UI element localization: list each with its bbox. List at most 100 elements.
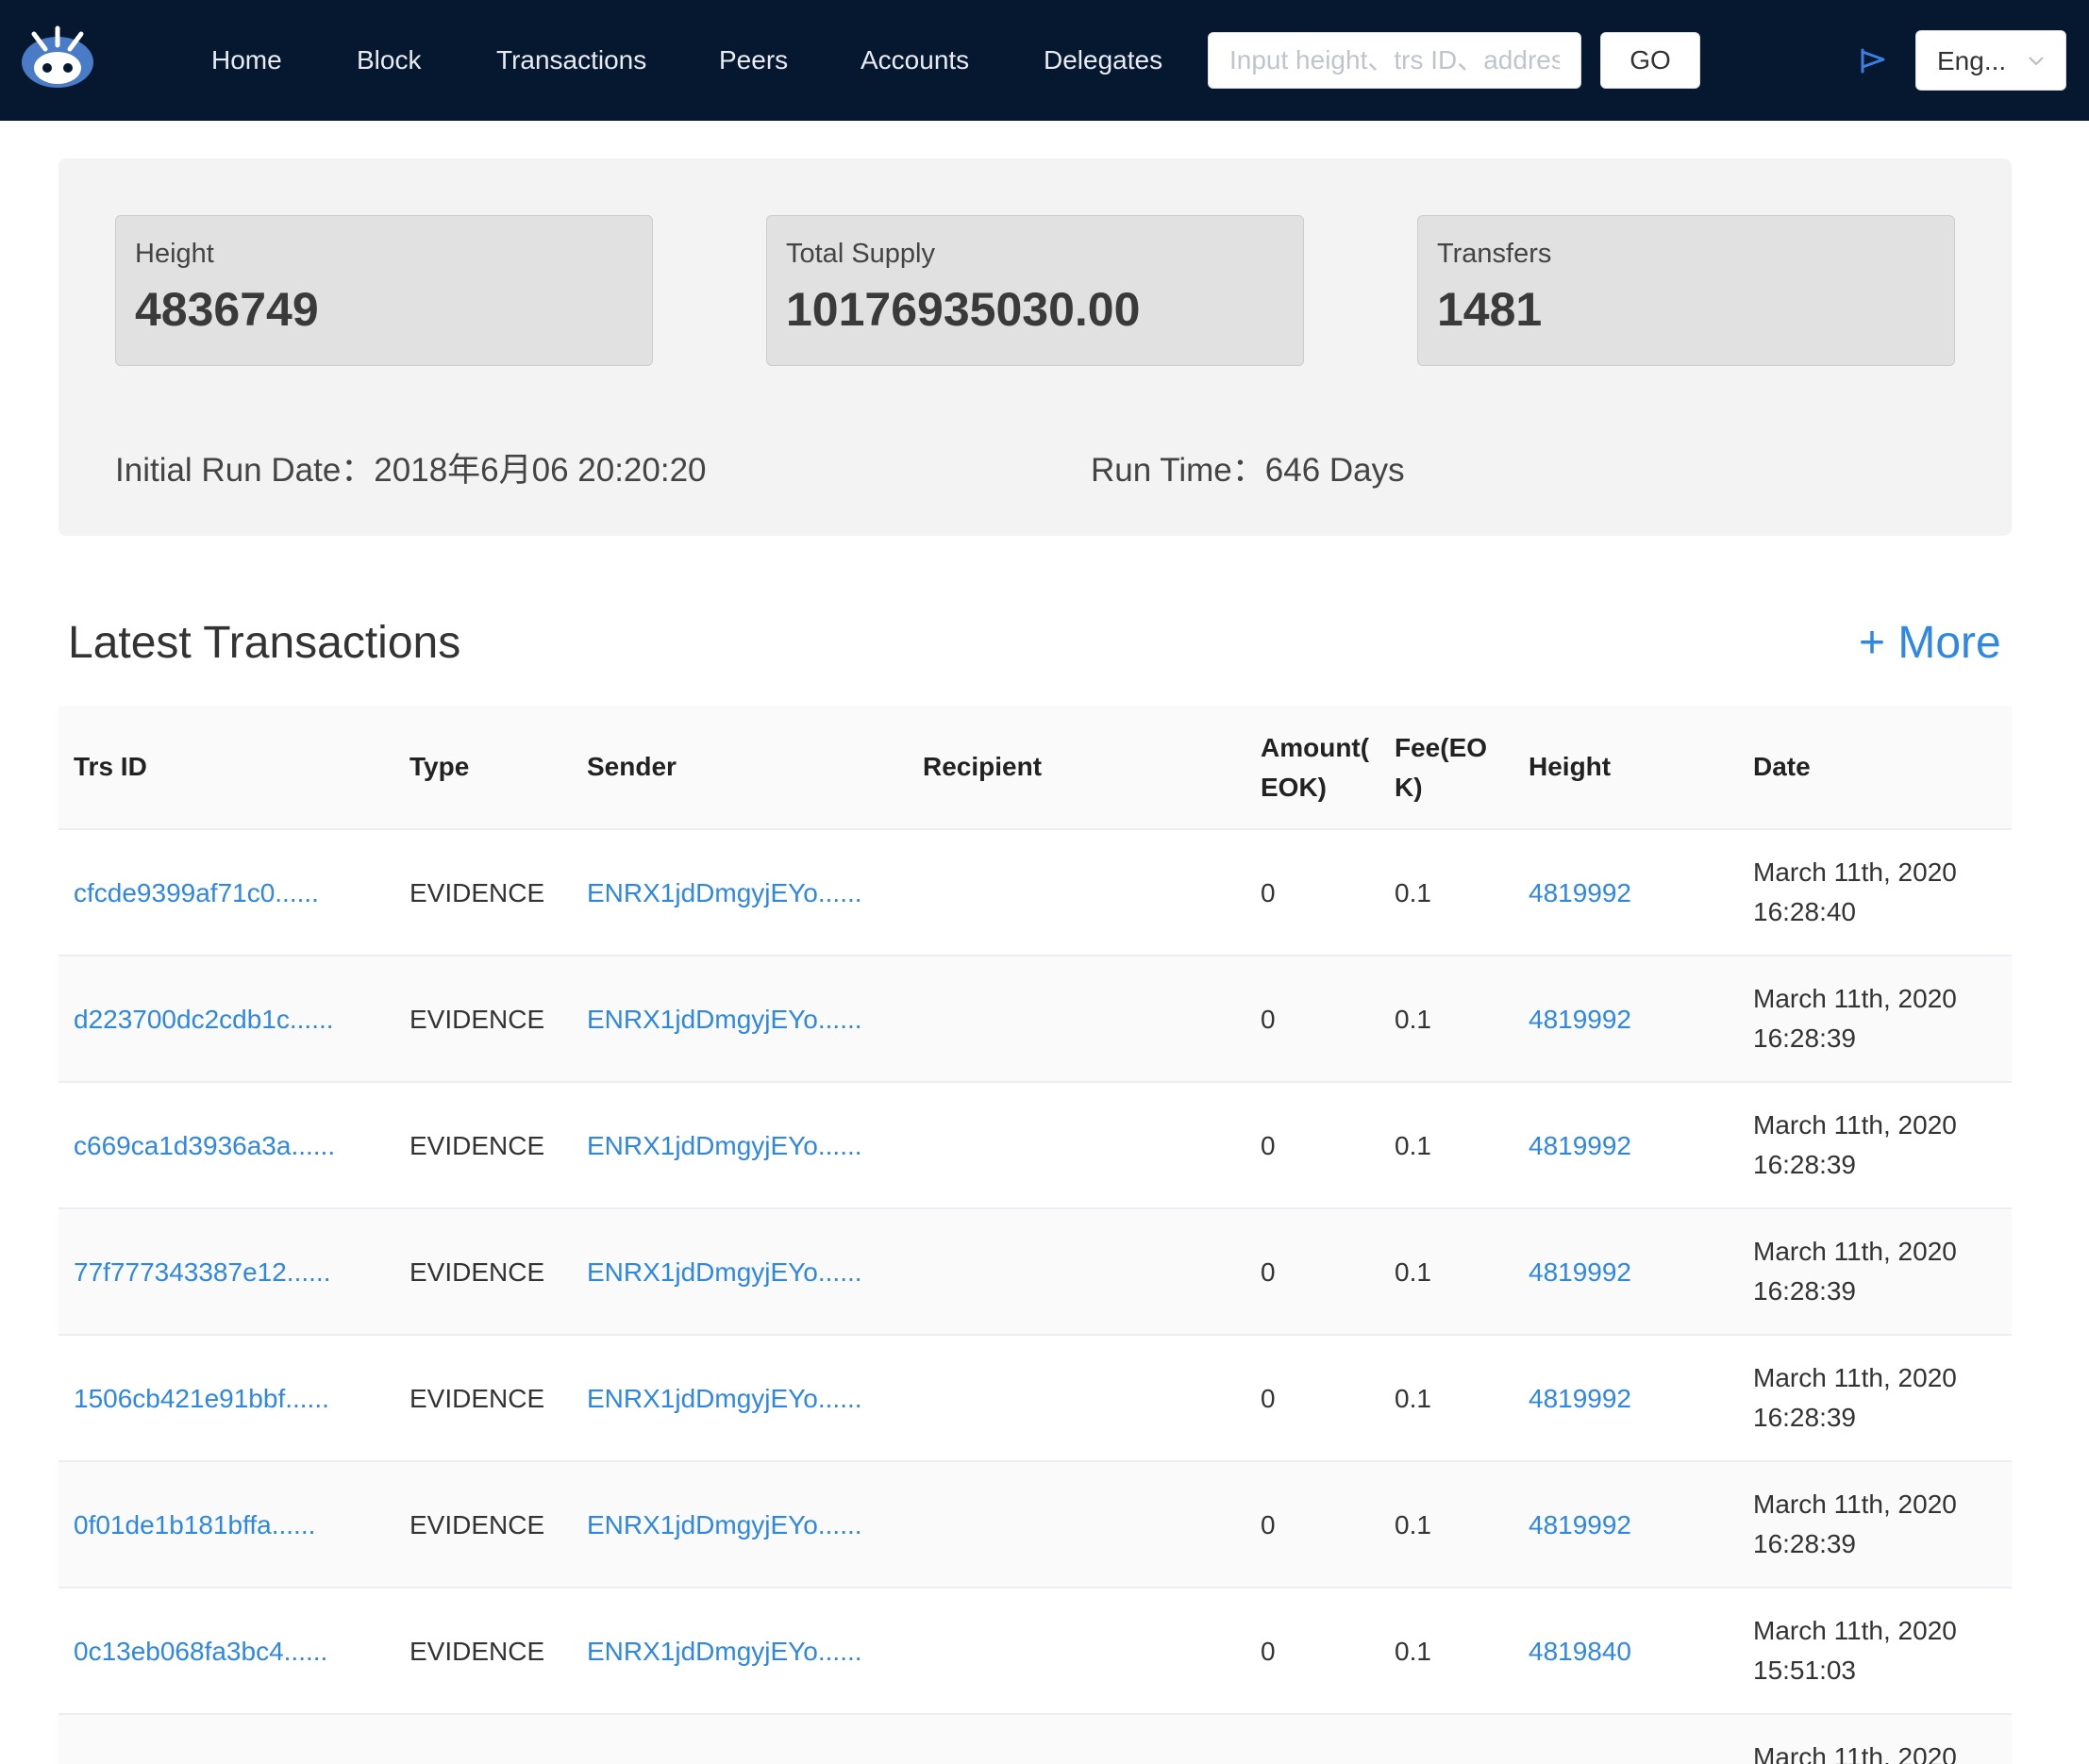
date-time: 16:28:40	[1753, 897, 1856, 926]
date-cell: March 11th, 2020 16:28:39	[1753, 1485, 1998, 1564]
sender-link[interactable]: ENRX1jdDmgyjEYo......	[587, 1000, 862, 1040]
table-row: 1506cb421e91bbf...... EVIDENCE ENRX1jdDm…	[58, 1336, 2012, 1462]
fee-cell: 0.1	[1395, 1637, 1431, 1666]
date-cell: March 11th, 2020 16:28:39	[1753, 1232, 1998, 1311]
go-button[interactable]: GO	[1600, 32, 1700, 89]
nav-item-accounts[interactable]: Accounts	[861, 43, 969, 77]
table-header: Trs ID Type Sender Recipient Amount( EOK…	[58, 706, 2012, 830]
date-time: 16:28:39	[1753, 1150, 1856, 1179]
fee-cell: 0.1	[1395, 1005, 1431, 1034]
height-link[interactable]: 4819992	[1529, 874, 1631, 913]
run-time: Run Time：646 Days	[1091, 443, 1405, 491]
header-fee: Fee(EO K)	[1395, 728, 1487, 807]
height-card: Height 4836749	[115, 215, 653, 366]
header-trs-id: Trs ID	[74, 752, 147, 781]
nav-item-delegates[interactable]: Delegates	[1044, 43, 1162, 77]
sender-link[interactable]: ENRX1jdDmgyjEYo......	[587, 1506, 862, 1545]
header-fee-line1: Fee(EO	[1395, 733, 1488, 762]
trs-id-link[interactable]: cfcde9399af71c0......	[74, 874, 319, 913]
trs-id-link[interactable]: 77f777343387e12......	[74, 1253, 330, 1292]
search-box	[1208, 32, 1581, 89]
total-supply-card: Total Supply 10176935030.00	[766, 215, 1304, 366]
height-link[interactable]: 4819992	[1529, 1126, 1631, 1166]
language-select[interactable]: Eng...	[1915, 30, 2066, 91]
total-supply-label: Total Supply	[786, 239, 935, 269]
date-cell: March 11th, 2020 16:28:39	[1753, 979, 1998, 1058]
date-day: March 11th, 2020	[1753, 1110, 1957, 1140]
latest-transactions-title: Latest Transactions	[68, 618, 461, 668]
header-date: Date	[1753, 752, 1811, 781]
amount-cell: 0	[1261, 1131, 1276, 1160]
amount-cell: 0	[1261, 1637, 1276, 1666]
robot-logo-icon[interactable]	[19, 23, 96, 89]
table-row: 0f01de1b181bffa...... EVIDENCE ENRX1jdDm…	[58, 1462, 2012, 1589]
transfers-value: 1481	[1437, 283, 1543, 336]
trs-id-link[interactable]: c669ca1d3936a3a......	[74, 1126, 335, 1166]
type-cell: EVIDENCE	[409, 1637, 545, 1666]
trs-id-link[interactable]: d223700dc2cdb1c......	[74, 1000, 334, 1040]
date-cell: March 11th, 2020 16:28:39	[1753, 1106, 1998, 1185]
type-cell: EVIDENCE	[409, 1384, 545, 1413]
header-recipient: Recipient	[923, 752, 1043, 781]
date-cell: March 11th, 2020 16:28:40	[1753, 853, 1998, 932]
table-row: 77f777343387e12...... EVIDENCE ENRX1jdDm…	[58, 1209, 2012, 1336]
height-link[interactable]: 4819992	[1529, 1253, 1631, 1292]
transfers-label: Transfers	[1437, 239, 1552, 269]
sender-link[interactable]: ENRX1jdDmgyjEYo......	[587, 1632, 862, 1672]
type-cell: EVIDENCE	[409, 1005, 545, 1034]
initial-run-date-value: 2018年6月06 20:20:20	[374, 452, 707, 489]
date-day: March 11th, 2020	[1753, 984, 1957, 1013]
amount-cell: 0	[1261, 1510, 1276, 1539]
date-day: March 11th, 2020	[1753, 1489, 1957, 1519]
table-row: cfcde9399af71c0...... EVIDENCE ENRX1jdDm…	[58, 830, 2012, 957]
fee-cell: 0.1	[1395, 1384, 1431, 1413]
date-time: 16:28:39	[1753, 1529, 1856, 1558]
fee-cell: 0.1	[1395, 1257, 1431, 1287]
height-link[interactable]: 4819992	[1529, 1379, 1631, 1419]
trs-id-link[interactable]: 0c13eb068fa3bc4......	[74, 1632, 327, 1672]
nav-item-transactions[interactable]: Transactions	[496, 43, 646, 77]
date-time: 16:28:39	[1753, 1403, 1856, 1432]
trs-id-link[interactable]: 0f01de1b181bffa......	[74, 1506, 315, 1545]
header-amount-line2: EOK)	[1261, 773, 1327, 802]
table-row: March 11th, 2020	[58, 1715, 2012, 1764]
height-link[interactable]: 4819992	[1529, 1000, 1631, 1040]
date-time: 16:28:39	[1753, 1276, 1856, 1306]
sender-link[interactable]: ENRX1jdDmgyjEYo......	[587, 874, 862, 913]
date-day: March 11th, 2020	[1753, 857, 1957, 887]
table-row: d223700dc2cdb1c...... EVIDENCE ENRX1jdDm…	[58, 957, 2012, 1083]
trs-id-link[interactable]: 1506cb421e91bbf......	[74, 1379, 329, 1419]
sender-link[interactable]: ENRX1jdDmgyjEYo......	[587, 1126, 862, 1166]
nav-item-home[interactable]: Home	[211, 43, 282, 77]
transactions-table: Trs ID Type Sender Recipient Amount( EOK…	[58, 706, 2012, 1764]
more-link[interactable]: + More	[1859, 617, 2001, 669]
height-link[interactable]: 4819840	[1529, 1632, 1631, 1672]
total-supply-value: 10176935030.00	[786, 283, 1141, 336]
transfers-card: Transfers 1481	[1417, 215, 1955, 366]
nav-item-peers[interactable]: Peers	[719, 43, 788, 77]
header-sender: Sender	[587, 752, 677, 781]
sender-link[interactable]: ENRX1jdDmgyjEYo......	[587, 1253, 862, 1292]
date-day: March 11th, 2020	[1753, 1363, 1957, 1392]
height-link[interactable]: 4819992	[1529, 1506, 1631, 1545]
fee-cell: 0.1	[1395, 1131, 1431, 1160]
header-fee-line2: K)	[1395, 773, 1423, 802]
date-time: 16:28:39	[1753, 1023, 1856, 1053]
nav-item-block[interactable]: Block	[357, 43, 421, 77]
date-cell: March 11th, 2020 16:28:39	[1753, 1358, 1998, 1438]
stats-panel: Height 4836749 Total Supply 10176935030.…	[58, 158, 2012, 536]
table-row: 0c13eb068fa3bc4...... EVIDENCE ENRX1jdDm…	[58, 1589, 2012, 1715]
flag-icon[interactable]	[1859, 47, 1887, 74]
sender-link[interactable]: ENRX1jdDmgyjEYo......	[587, 1379, 862, 1419]
amount-cell: 0	[1261, 1257, 1276, 1287]
fee-cell: 0.1	[1395, 1510, 1431, 1539]
initial-run-date-label: Initial Run Date：	[115, 452, 375, 489]
date-cell: March 11th, 2020	[1753, 1738, 1998, 1764]
amount-cell: 0	[1261, 1384, 1276, 1413]
language-select-value: Eng...	[1937, 46, 2007, 75]
type-cell: EVIDENCE	[409, 1131, 545, 1160]
search-input[interactable]	[1209, 33, 1580, 88]
fee-cell: 0.1	[1395, 878, 1431, 907]
run-time-label: Run Time：	[1091, 452, 1265, 489]
header-height: Height	[1529, 752, 1612, 781]
